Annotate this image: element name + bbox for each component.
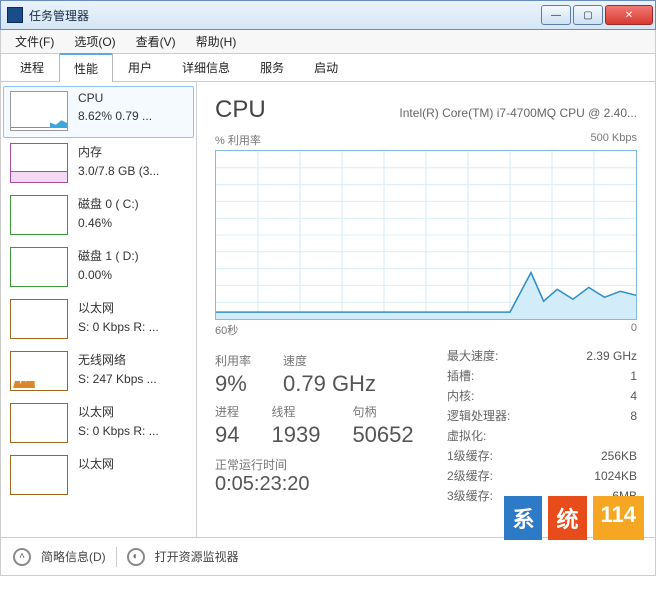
util-label: 利用率 xyxy=(215,352,251,369)
sockets-key: 插槽: xyxy=(447,366,474,386)
sidebar-item-cpu[interactable]: CPU 8.62% 0.79 ... xyxy=(3,86,194,138)
separator xyxy=(116,547,117,567)
max-speed-val: 2.39 GHz xyxy=(586,346,637,366)
handle-label: 句柄 xyxy=(352,403,413,420)
tab-startup[interactable]: 启动 xyxy=(299,53,353,81)
resmon-icon[interactable]: ◐ xyxy=(127,548,145,566)
sidebar-item-wifi[interactable]: 无线网络 S: 247 Kbps ... xyxy=(3,346,194,398)
maximize-button[interactable]: ▢ xyxy=(573,5,603,25)
minimize-button[interactable]: — xyxy=(541,5,571,25)
fewer-details-link[interactable]: 简略信息(D) xyxy=(41,548,106,565)
l2-val: 1024KB xyxy=(594,466,637,486)
sidebar-item-ethernet-3[interactable]: 以太网 xyxy=(3,450,194,502)
sockets-val: 1 xyxy=(630,366,637,386)
sidebar-cpu-name: CPU xyxy=(78,91,152,105)
watermark-b: 统 xyxy=(548,496,586,540)
tab-performance[interactable]: 性能 xyxy=(59,53,113,82)
thread-label: 线程 xyxy=(271,403,320,420)
cores-val: 4 xyxy=(630,386,637,406)
sidebar-diskc-val: 0.46% xyxy=(78,216,139,230)
footer: ˄ 简略信息(D) ◐ 打开资源监视器 xyxy=(0,538,656,576)
close-button[interactable]: ✕ xyxy=(605,5,653,25)
chevron-up-icon[interactable]: ˄ xyxy=(13,548,31,566)
uptime-label: 正常运行时间 xyxy=(215,456,429,473)
chart-top-right-label: 500 Kbps xyxy=(591,132,637,148)
sidebar-eth1-name: 以太网 xyxy=(78,299,159,316)
l1-val: 256KB xyxy=(601,446,637,466)
network-thumb-icon xyxy=(10,455,68,495)
tab-row: 进程 性能 用户 详细信息 服务 启动 xyxy=(0,54,656,82)
sidebar-item-ethernet-1[interactable]: 以太网 S: 0 Kbps R: ... xyxy=(3,294,194,346)
proc-value: 94 xyxy=(215,422,239,448)
menu-file[interactable]: 文件(F) xyxy=(5,30,64,53)
thread-value: 1939 xyxy=(271,422,320,448)
tab-services[interactable]: 服务 xyxy=(245,53,299,81)
sidebar-wifi-name: 无线网络 xyxy=(78,351,157,368)
network-thumb-icon xyxy=(10,299,68,339)
virt-key: 虚拟化: xyxy=(447,426,486,446)
cpu-utilization-chart xyxy=(215,150,637,320)
l1-key: 1级缓存: xyxy=(447,446,493,466)
handle-value: 50652 xyxy=(352,422,413,448)
sidebar-mem-val: 3.0/7.8 GB (3... xyxy=(78,164,159,178)
sidebar-eth1-val: S: 0 Kbps R: ... xyxy=(78,320,159,334)
speed-label: 速度 xyxy=(283,352,376,369)
sidebar-item-memory[interactable]: 内存 3.0/7.8 GB (3... xyxy=(3,138,194,190)
tab-users[interactable]: 用户 xyxy=(113,53,167,81)
wifi-thumb-icon xyxy=(10,351,68,391)
detail-pane: CPU Intel(R) Core(TM) i7-4700MQ CPU @ 2.… xyxy=(197,82,655,537)
network-thumb-icon xyxy=(10,403,68,443)
sidebar-eth2-name: 以太网 xyxy=(78,403,159,420)
sidebar-item-disk-c[interactable]: 磁盘 0 ( C:) 0.46% xyxy=(3,190,194,242)
cores-key: 内核: xyxy=(447,386,474,406)
chart-bottom-right-label: 0 xyxy=(631,322,637,338)
menu-help[interactable]: 帮助(H) xyxy=(186,30,247,53)
disk-thumb-icon xyxy=(10,247,68,287)
memory-thumb-icon xyxy=(10,143,68,183)
sidebar-eth3-name: 以太网 xyxy=(78,455,114,472)
tab-details[interactable]: 详细信息 xyxy=(167,53,245,81)
sidebar-wifi-val: S: 247 Kbps ... xyxy=(78,372,157,386)
proc-label: 进程 xyxy=(215,403,239,420)
uptime-value: 0:05:23:20 xyxy=(215,473,429,496)
sidebar-diskd-name: 磁盘 1 ( D:) xyxy=(78,247,139,264)
cpu-thumb-icon xyxy=(10,91,68,131)
sidebar-item-disk-d[interactable]: 磁盘 1 ( D:) 0.00% xyxy=(3,242,194,294)
lproc-key: 逻辑处理器: xyxy=(447,406,510,426)
chart-top-left-label: % 利用率 xyxy=(215,132,261,148)
lproc-val: 8 xyxy=(630,406,637,426)
sidebar-cpu-val: 8.62% 0.79 ... xyxy=(78,109,152,123)
menu-view[interactable]: 查看(V) xyxy=(126,30,186,53)
watermark-a: 系 xyxy=(504,496,542,540)
sidebar-item-ethernet-2[interactable]: 以太网 S: 0 Kbps R: ... xyxy=(3,398,194,450)
sidebar-diskd-val: 0.00% xyxy=(78,268,139,282)
util-value: 9% xyxy=(215,371,251,397)
app-icon xyxy=(7,7,23,23)
speed-value: 0.79 GHz xyxy=(283,371,376,397)
performance-sidebar: CPU 8.62% 0.79 ... 内存 3.0/7.8 GB (3... 磁盘 … xyxy=(1,82,197,537)
open-resmon-link[interactable]: 打开资源监视器 xyxy=(155,548,239,565)
detail-subtitle: Intel(R) Core(TM) i7-4700MQ CPU @ 2.40..… xyxy=(399,106,637,120)
disk-thumb-icon xyxy=(10,195,68,235)
menu-options[interactable]: 选项(O) xyxy=(64,30,125,53)
window-title: 任务管理器 xyxy=(29,7,541,24)
watermark: 系 统 114 xyxy=(504,496,644,540)
max-speed-key: 最大速度: xyxy=(447,346,498,366)
chart-bottom-left-label: 60秒 xyxy=(215,322,238,338)
l2-key: 2级缓存: xyxy=(447,466,493,486)
sidebar-diskc-name: 磁盘 0 ( C:) xyxy=(78,195,139,212)
tab-processes[interactable]: 进程 xyxy=(5,53,59,81)
menubar: 文件(F) 选项(O) 查看(V) 帮助(H) xyxy=(0,30,656,54)
watermark-c: 114 xyxy=(593,496,645,540)
sidebar-mem-name: 内存 xyxy=(78,143,159,160)
l3-key: 3级缓存: xyxy=(447,486,493,506)
sidebar-eth2-val: S: 0 Kbps R: ... xyxy=(78,424,159,438)
titlebar: 任务管理器 — ▢ ✕ xyxy=(0,0,656,30)
detail-title: CPU xyxy=(215,96,266,124)
